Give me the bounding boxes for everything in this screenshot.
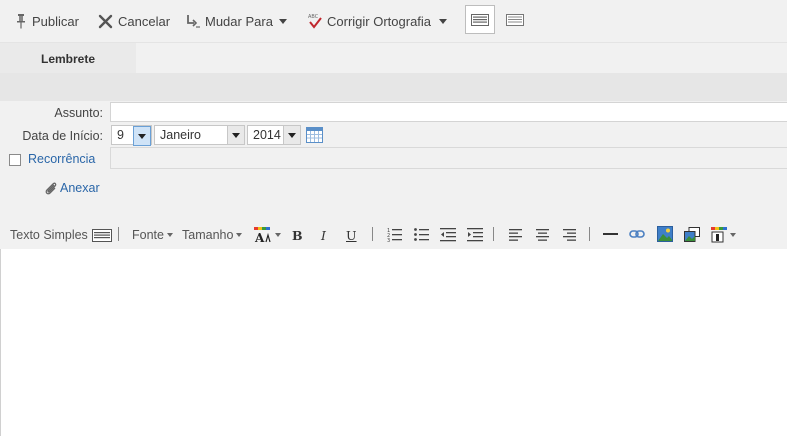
image-icon[interactable]	[657, 226, 673, 242]
link-icon[interactable]	[629, 229, 645, 239]
cancel-x-icon	[98, 14, 113, 28]
align-left-icon[interactable]	[509, 228, 522, 241]
move-icon	[187, 14, 200, 28]
bold-button[interactable]: B	[292, 227, 303, 243]
plain-text-label: Texto Simples	[10, 228, 88, 242]
toolbar-divider	[493, 227, 494, 241]
subject-label: Assunto:	[54, 106, 103, 120]
list-view-toggle[interactable]	[500, 5, 530, 34]
chevron-down-icon	[730, 233, 736, 237]
tab-bar: Lembrete	[0, 42, 787, 74]
outdent-icon[interactable]	[440, 227, 456, 242]
chevron-down-icon	[236, 233, 243, 237]
size-label: Tamanho	[182, 228, 234, 242]
publish-label: Publicar	[32, 13, 79, 29]
underline-icon: U	[346, 227, 357, 243]
toolbar-divider	[589, 227, 590, 241]
attach-link[interactable]: Anexar	[60, 181, 100, 195]
svg-text:3: 3	[387, 238, 390, 242]
chevron-down-icon[interactable]	[227, 126, 244, 144]
italic-icon: I	[321, 227, 326, 243]
bold-icon: B	[292, 227, 303, 243]
svg-text:ABC: ABC	[308, 14, 319, 20]
spell-check-label: Corrigir Ortografia	[327, 13, 432, 29]
move-to-button[interactable]: Mudar Para	[186, 10, 287, 32]
font-dropdown[interactable]: Fonte	[132, 227, 173, 243]
chevron-down-icon[interactable]	[283, 126, 300, 144]
plain-text-button[interactable]: Texto Simples	[10, 227, 112, 243]
year-select[interactable]: 2014	[247, 125, 301, 145]
reading-pane-icon	[471, 13, 489, 26]
font-color-icon: A	[254, 227, 271, 243]
move-to-label: Mudar Para	[205, 13, 273, 29]
svg-text:A: A	[254, 231, 265, 243]
numbered-list-icon[interactable]: 1 2 3	[387, 227, 402, 242]
form-header-band	[0, 73, 787, 101]
tab-reminder[interactable]: Lembrete	[0, 43, 136, 74]
calendar-icon[interactable]	[306, 127, 323, 143]
chevron-down-icon	[275, 233, 281, 237]
chevron-down-icon	[278, 18, 287, 24]
indent-icon[interactable]	[467, 227, 483, 242]
horizontal-rule-icon[interactable]	[603, 233, 618, 236]
subject-input[interactable]	[110, 102, 787, 122]
font-label: Fonte	[132, 228, 164, 242]
recurrence-row	[110, 148, 787, 169]
message-body-editor[interactable]	[0, 249, 787, 436]
month-value: Janeiro	[160, 128, 201, 142]
size-dropdown[interactable]: Tamanho	[182, 227, 243, 243]
toolbar-divider	[372, 227, 373, 241]
paperclip-icon	[45, 182, 57, 195]
plain-text-icon	[91, 228, 112, 242]
font-color-button[interactable]: A	[254, 227, 281, 243]
toolbar-divider	[118, 227, 119, 241]
reading-pane-toggle[interactable]	[465, 5, 495, 34]
year-value: 2014	[253, 128, 281, 142]
chevron-down-icon[interactable]	[133, 126, 151, 146]
chevron-down-icon	[439, 18, 448, 24]
month-select[interactable]: Janeiro	[154, 125, 245, 145]
align-right-icon[interactable]	[563, 228, 576, 241]
recurrence-link[interactable]: Recorrência	[28, 152, 95, 166]
start-date-label: Data de Início:	[22, 129, 103, 143]
day-select[interactable]: 9	[111, 125, 152, 146]
cancel-button[interactable]: Cancelar	[98, 10, 170, 32]
list-view-icon	[506, 13, 524, 26]
cancel-label: Cancelar	[118, 13, 171, 29]
publish-button[interactable]: Publicar	[15, 10, 79, 32]
bullet-list-icon[interactable]	[414, 227, 429, 242]
highlight-icon	[711, 227, 727, 243]
underline-button[interactable]: U	[346, 227, 357, 243]
spell-check-button[interactable]: ABC Corrigir Ortografia	[308, 10, 448, 32]
day-value: 9	[117, 128, 124, 142]
recurrence-checkbox[interactable]	[9, 154, 21, 166]
pin-icon	[17, 14, 25, 29]
chevron-down-icon	[166, 233, 173, 237]
image-window-icon[interactable]	[684, 227, 700, 242]
spellcheck-icon: ABC	[308, 14, 322, 29]
align-center-icon[interactable]	[536, 228, 549, 241]
highlight-button[interactable]	[711, 227, 736, 243]
italic-button[interactable]: I	[321, 227, 326, 243]
